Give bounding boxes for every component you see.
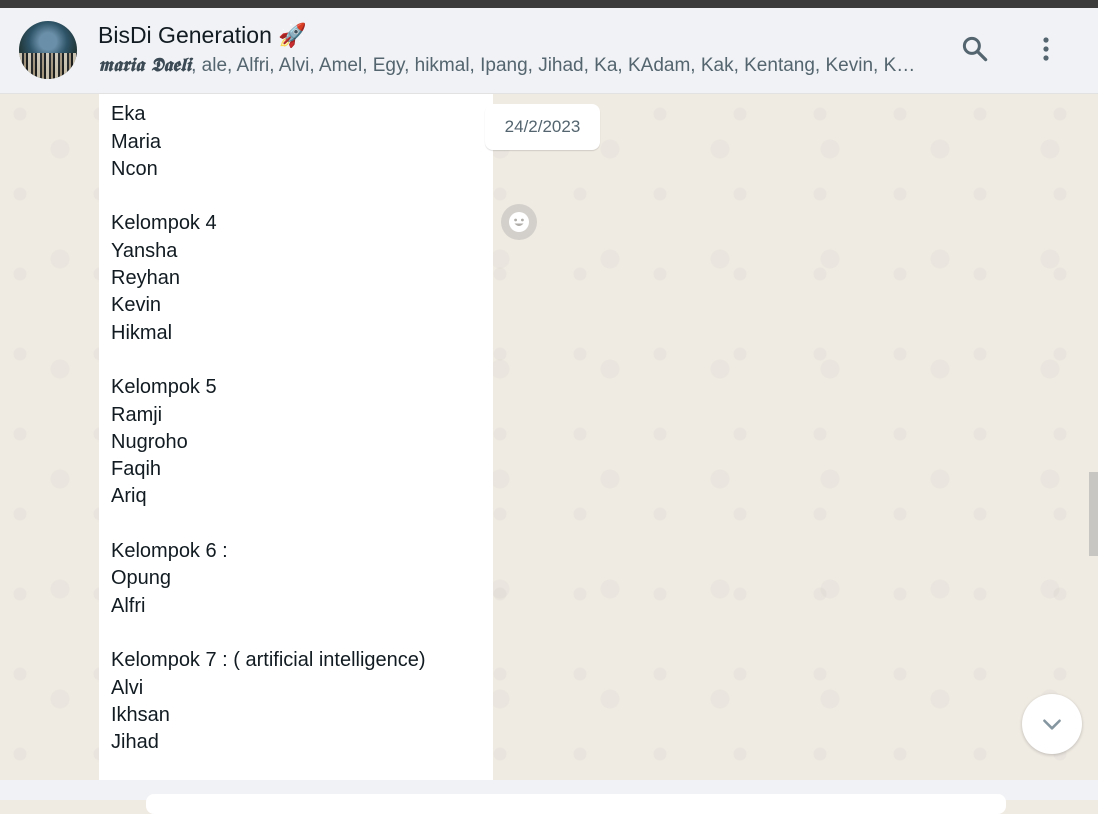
group-title-text: BisDi Generation: [98, 22, 272, 48]
date-chip: 24/2/2023: [485, 104, 600, 150]
emoji-reaction-icon: [509, 212, 529, 232]
scroll-to-bottom-button[interactable]: [1022, 694, 1082, 754]
message-text: Ale Eka Maria Ncon Kelompok 4 Yansha Rey…: [111, 94, 426, 754]
more-vertical-icon: [1043, 37, 1049, 61]
search-button[interactable]: [955, 29, 995, 69]
chevron-down-icon: [1043, 719, 1061, 730]
member-name-bold: 𝖒𝖆𝖗𝖎𝖆 𝕯𝖆𝖊𝖑𝖎: [98, 54, 192, 76]
rocket-emoji: 🚀: [278, 22, 307, 48]
group-title[interactable]: BisDi Generation 🚀: [98, 22, 307, 49]
message-bubble[interactable]: Ale Eka Maria Ncon Kelompok 4 Yansha Rey…: [99, 94, 493, 780]
search-icon: [962, 36, 988, 62]
member-names: , ale, Alfri, Alvi, Amel, Egy, hikmal, I…: [191, 55, 918, 76]
group-members-list[interactable]: 𝖒𝖆𝖗𝖎𝖆 𝕯𝖆𝖊𝖑𝖎, ale, Alfri, Alvi, Amel, Egy…: [98, 54, 918, 77]
chat-header[interactable]: BisDi Generation 🚀 𝖒𝖆𝖗𝖎𝖆 𝕯𝖆𝖊𝖑𝖎, ale, Alf…: [0, 8, 1098, 94]
chat-pane[interactable]: Ale Eka Maria Ncon Kelompok 4 Yansha Rey…: [0, 94, 1098, 780]
group-avatar[interactable]: [19, 21, 77, 79]
more-options-button[interactable]: [1026, 29, 1066, 69]
react-button[interactable]: [501, 204, 537, 240]
chat-scrollbar[interactable]: [1089, 472, 1098, 556]
window-top-strip: [0, 0, 1098, 8]
message-input[interactable]: [146, 794, 1006, 814]
